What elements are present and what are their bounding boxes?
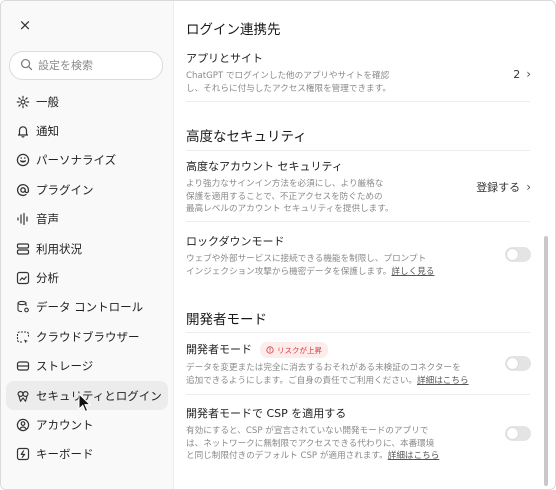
sidebar-item-usage[interactable]: 利用状況 (6, 234, 168, 263)
keyboard-icon (16, 447, 30, 461)
sidebar-item-general[interactable]: 一般 (6, 87, 168, 116)
sidebar-item-label: 一般 (36, 94, 59, 109)
settings-window: × 一般 通知 パーソナライズ プラグイン (0, 0, 556, 490)
cloud-browser-icon (16, 330, 30, 344)
sidebar-item-notifications[interactable]: 通知 (6, 116, 168, 145)
chart-icon (16, 271, 30, 285)
section-title-advanced-security: 高度なセキュリティ (186, 129, 307, 145)
sidebar-item-label: セキュリティとログイン (36, 388, 162, 403)
personalize-icon (16, 153, 30, 167)
security-icon (16, 389, 30, 403)
sidebar-item-account[interactable]: アカウント (6, 410, 168, 439)
lockdown-mode-description: ウェブや外部サービスに接続できる機能を制限し、プロンプト インジェクション攻撃か… (186, 254, 435, 277)
warning-icon (266, 346, 274, 354)
sidebar-item-personalize[interactable]: パーソナライズ (6, 146, 168, 175)
toggle-knob (507, 249, 518, 260)
enroll-button[interactable]: 登録する › (476, 179, 531, 195)
sidebar-item-cloud-browser[interactable]: クラウドブラウザー (6, 322, 168, 351)
divider (186, 221, 530, 222)
divider (186, 101, 530, 102)
search-box[interactable] (9, 51, 163, 80)
developer-mode-title: 開発者モード リスクが上昇 (186, 341, 530, 358)
lockdown-mode-title: ロックダウンモード (186, 235, 285, 248)
enforce-csp-toggle[interactable] (505, 426, 531, 441)
developer-mode-description: データを変更または完全に消去するおそれがある未検証のコネクターを 追加できるよう… (186, 363, 469, 386)
sidebar-item-label: 音声 (36, 212, 59, 227)
search-icon (20, 58, 33, 71)
storage-icon (16, 359, 30, 373)
apps-description: ChatGPT でログインした他のアプリやサイトを確認 し、それらに付与したアク… (186, 71, 391, 94)
apps-and-sites-row[interactable]: アプリとサイト ChatGPT でログインした他のアプリやサイトを確認 し、それ… (186, 50, 530, 95)
advanced-account-security-title: 高度なアカウント セキュリティ (186, 160, 343, 173)
usage-icon (16, 242, 30, 256)
sidebar-item-label: 通知 (36, 124, 59, 139)
developer-mode-row: 開発者モード リスクが上昇 データを変更または完全に消去するおそれがある未検証のコ… (186, 341, 530, 387)
apps-count[interactable]: 2 › (513, 67, 531, 81)
enforce-csp-title: 開発者モードで CSP を適用する (186, 407, 347, 420)
sidebar-item-audio[interactable]: 音声 (6, 205, 168, 234)
settings-content: ログイン連携先 アプリとサイト ChatGPT でログインした他のアプリやサイト… (174, 1, 555, 489)
mouse-cursor-icon (78, 393, 92, 413)
sidebar-item-label: 利用状況 (36, 241, 82, 256)
gear-icon (16, 95, 30, 109)
sidebar-item-label: 分析 (36, 271, 59, 286)
sidebar-item-analytics[interactable]: 分析 (6, 263, 168, 292)
sidebar-item-keyboard[interactable]: キーボード (6, 440, 168, 469)
details-link[interactable]: 詳細はこちら (388, 451, 440, 461)
divider (186, 394, 530, 395)
sidebar-item-label: キーボード (36, 447, 94, 462)
divider (186, 332, 530, 333)
lockdown-mode-row: ロックダウンモード ウェブや外部サービスに接続できる機能を制限し、プロンプト イ… (186, 233, 530, 278)
sidebar-item-label: プラグイン (36, 182, 94, 197)
sidebar-item-label: パーソナライズ (36, 153, 117, 168)
sidebar-item-data-controls[interactable]: データ コントロール (6, 293, 168, 322)
sidebar-item-label: アカウント (36, 417, 94, 432)
data-control-icon (16, 300, 30, 314)
risk-badge: リスクが上昇 (260, 342, 328, 358)
apps-title: アプリとサイト (186, 52, 263, 65)
enforce-csp-description: 有効にすると、CSP が宣言されていない開発モードのアプリで は、ネットワークに… (186, 426, 440, 461)
close-icon[interactable]: × (19, 16, 32, 34)
close-button[interactable]: × (15, 15, 35, 35)
enforce-csp-row: 開発者モードで CSP を適用する 有効にすると、CSP が宣言されていない開発… (186, 405, 530, 463)
sidebar-item-label: ストレージ (36, 359, 94, 374)
account-icon (16, 418, 30, 432)
divider (186, 150, 530, 151)
search-input[interactable] (38, 56, 153, 74)
at-icon (16, 183, 30, 197)
chevron-right-icon: › (526, 67, 531, 81)
chevron-right-icon: › (526, 180, 531, 194)
sidebar-item-storage[interactable]: ストレージ (6, 352, 168, 381)
sidebar-item-label: データ コントロール (36, 300, 144, 315)
learn-more-link[interactable]: 詳しく見る (391, 267, 434, 277)
toggle-knob (507, 428, 518, 439)
section-title-developer-mode: 開発者モード (186, 312, 267, 328)
section-title-login: ログイン連携先 (186, 22, 281, 38)
lockdown-mode-toggle[interactable] (505, 247, 531, 262)
audio-wave-icon (16, 212, 30, 226)
sidebar-item-plugins[interactable]: プラグイン (6, 175, 168, 204)
sidebar-item-label: クラウドブラウザー (36, 329, 140, 344)
developer-mode-toggle[interactable] (505, 356, 531, 371)
bell-icon (16, 124, 30, 138)
settings-sidebar: × 一般 通知 パーソナライズ プラグイン (1, 1, 174, 489)
details-link[interactable]: 詳細はこちら (417, 376, 469, 386)
toggle-knob (507, 358, 518, 369)
scrollbar[interactable] (544, 236, 548, 486)
